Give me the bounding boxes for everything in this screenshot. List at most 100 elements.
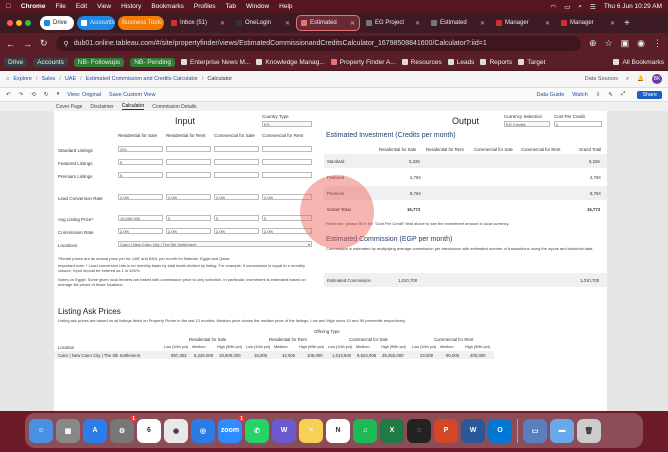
- locations-select[interactable]: Cairo | New Cairo City | The 5th Settlem…: [118, 241, 312, 247]
- commission-com-sale[interactable]: 2.0%: [214, 228, 259, 234]
- standard-com-rent-input[interactable]: [262, 146, 312, 152]
- view-original-button[interactable]: View: Original: [67, 92, 101, 98]
- avg-price-com-sale[interactable]: 0: [214, 215, 259, 221]
- standard-com-sale-input[interactable]: [214, 146, 259, 152]
- close-icon[interactable]: ✕: [610, 20, 615, 27]
- tab-group-drive[interactable]: Drive: [40, 16, 74, 30]
- revert-icon[interactable]: ⟲: [31, 92, 36, 98]
- tab-inbox[interactable]: Inbox (51) ✕: [167, 16, 229, 30]
- control-center-icon[interactable]: ☰: [590, 3, 596, 11]
- menu-view[interactable]: View: [97, 3, 111, 10]
- zoom-icon[interactable]: ⊕: [589, 38, 597, 49]
- avg-price-res-rent[interactable]: 0: [166, 215, 211, 221]
- bookmark-knowledge[interactable]: Knowledge Manag...: [256, 59, 325, 66]
- chrome-icon[interactable]: ◉: [164, 418, 188, 443]
- breadcrumb-workbook[interactable]: Estimated Commission and Credits Calcula…: [86, 76, 198, 82]
- watch-button[interactable]: Watch: [572, 92, 587, 98]
- new-tab-button[interactable]: +: [624, 18, 630, 29]
- tab-manager-2[interactable]: Manager ✕: [557, 16, 619, 30]
- pause-icon[interactable]: ⏸: [56, 91, 59, 98]
- tab-estimated-active[interactable]: Estimated ✕: [296, 15, 360, 31]
- featured-res-sale-input[interactable]: 5: [118, 159, 163, 165]
- finder-icon[interactable]: ☺: [29, 418, 53, 443]
- excel-icon[interactable]: X: [380, 418, 404, 443]
- menu-clock[interactable]: Thu 6 Jun 10:29 AM: [604, 3, 662, 10]
- safari-icon[interactable]: ◎: [191, 418, 215, 443]
- standard-res-rent-input[interactable]: [166, 146, 211, 152]
- bookmark-drive[interactable]: Drive: [4, 57, 28, 67]
- extensions-icon[interactable]: ▣: [621, 38, 630, 49]
- featured-com-sale-input[interactable]: [214, 159, 259, 165]
- menu-history[interactable]: History: [121, 3, 141, 10]
- menu-window[interactable]: Window: [246, 3, 269, 10]
- close-icon[interactable]: ✕: [415, 20, 420, 27]
- menu-profiles[interactable]: Profiles: [194, 3, 216, 10]
- data-guide-button[interactable]: Data Guide: [536, 92, 564, 98]
- tab-calculator[interactable]: Calculator: [121, 103, 145, 110]
- premium-res-sale-input[interactable]: 5: [118, 172, 163, 178]
- bookmark-property-finder[interactable]: Property Finder A...: [330, 59, 396, 66]
- settings-icon[interactable]: ⚙ 1: [110, 415, 137, 443]
- outlook-icon[interactable]: O: [488, 418, 512, 443]
- site-info-icon[interactable]: ⚲: [64, 40, 69, 48]
- appstore-icon[interactable]: A: [83, 418, 107, 443]
- tab-group-business-tools[interactable]: Business Tools: [118, 16, 164, 30]
- bookmark-star-icon[interactable]: ☆: [605, 38, 613, 49]
- notion-icon[interactable]: N: [326, 418, 350, 443]
- battery-icon[interactable]: ▭: [564, 3, 570, 11]
- menu-help[interactable]: Help: [279, 3, 292, 10]
- back-arrow-icon[interactable]: ←: [6, 39, 15, 49]
- notes-icon[interactable]: ≡: [299, 418, 323, 443]
- featured-res-rent-input[interactable]: [166, 159, 211, 165]
- download-icon[interactable]: ⇩: [596, 92, 601, 98]
- menu-tab[interactable]: Tab: [226, 3, 236, 10]
- bookmark-leads[interactable]: Leads: [447, 59, 474, 66]
- home-icon[interactable]: ⌂: [6, 76, 9, 82]
- search-icon[interactable]: ⌕: [578, 3, 582, 11]
- apple-icon[interactable]: : [6, 3, 11, 10]
- comment-icon[interactable]: ✎: [608, 92, 613, 98]
- search-icon[interactable]: ⌕: [626, 76, 629, 83]
- tab-estimated-2[interactable]: Estimated ✕: [427, 16, 489, 30]
- lead-conv-res-rent[interactable]: 2.0%: [166, 194, 211, 200]
- menu-edit[interactable]: Edit: [76, 3, 87, 10]
- tab-cover-page[interactable]: Cover Page: [56, 104, 82, 110]
- breadcrumb-explore[interactable]: Explore: [13, 76, 32, 82]
- bell-icon[interactable]: 🔔: [637, 76, 644, 82]
- close-icon[interactable]: ✕: [220, 20, 225, 27]
- avatar[interactable]: BK: [652, 74, 662, 84]
- tab-onelogin[interactable]: OneLogin ✕: [232, 16, 294, 30]
- folder-icon[interactable]: ▬: [550, 418, 574, 443]
- cost-per-credit-input[interactable]: 0: [554, 121, 602, 127]
- breadcrumb-uae[interactable]: UAE: [65, 76, 76, 82]
- word-icon[interactable]: W: [461, 418, 485, 443]
- country-type-select[interactable]: EG: [262, 121, 312, 127]
- menu-file[interactable]: File: [55, 3, 65, 10]
- featured-com-rent-input[interactable]: [262, 159, 312, 165]
- bookmark-accounts[interactable]: Accounts: [33, 57, 68, 67]
- profile-icon[interactable]: ◉: [637, 38, 645, 49]
- preview-icon[interactable]: ▭: [523, 418, 547, 443]
- bookmark-resources[interactable]: Resources: [401, 59, 442, 66]
- lead-conv-com-sale[interactable]: 2.0%: [214, 194, 259, 200]
- save-custom-view-button[interactable]: Save Custom View: [109, 92, 155, 98]
- all-bookmarks[interactable]: All Bookmarks: [613, 59, 664, 66]
- premium-res-rent-input[interactable]: [166, 172, 211, 178]
- share-button[interactable]: Share: [637, 90, 662, 99]
- breadcrumb-sales[interactable]: Sales: [42, 76, 56, 82]
- close-icon[interactable]: ✕: [350, 20, 355, 27]
- powerpoint-icon[interactable]: P: [434, 418, 458, 443]
- bookmark-target[interactable]: Target: [518, 59, 545, 66]
- bookmark-reports[interactable]: Reports: [480, 59, 512, 66]
- trash-icon[interactable]: 🗑: [577, 418, 601, 443]
- tab-group-accounts[interactable]: Accounts: [77, 16, 115, 30]
- close-icon[interactable]: ✕: [480, 20, 485, 27]
- commission-res-rent[interactable]: 2.0%: [166, 228, 211, 234]
- forward-arrow-icon[interactable]: →: [23, 39, 32, 49]
- calendar-icon[interactable]: 6: [137, 418, 161, 443]
- url-field[interactable]: ⚲ dub01.online.tableau.com/#/site/propert…: [55, 36, 581, 51]
- zoom-icon[interactable]: zoom 1: [218, 415, 245, 443]
- bookmark-nb-pending[interactable]: NB- Pending: [130, 57, 176, 67]
- close-icon[interactable]: ✕: [545, 20, 550, 27]
- avg-price-res-sale[interactable]: 10,000,000: [118, 215, 163, 221]
